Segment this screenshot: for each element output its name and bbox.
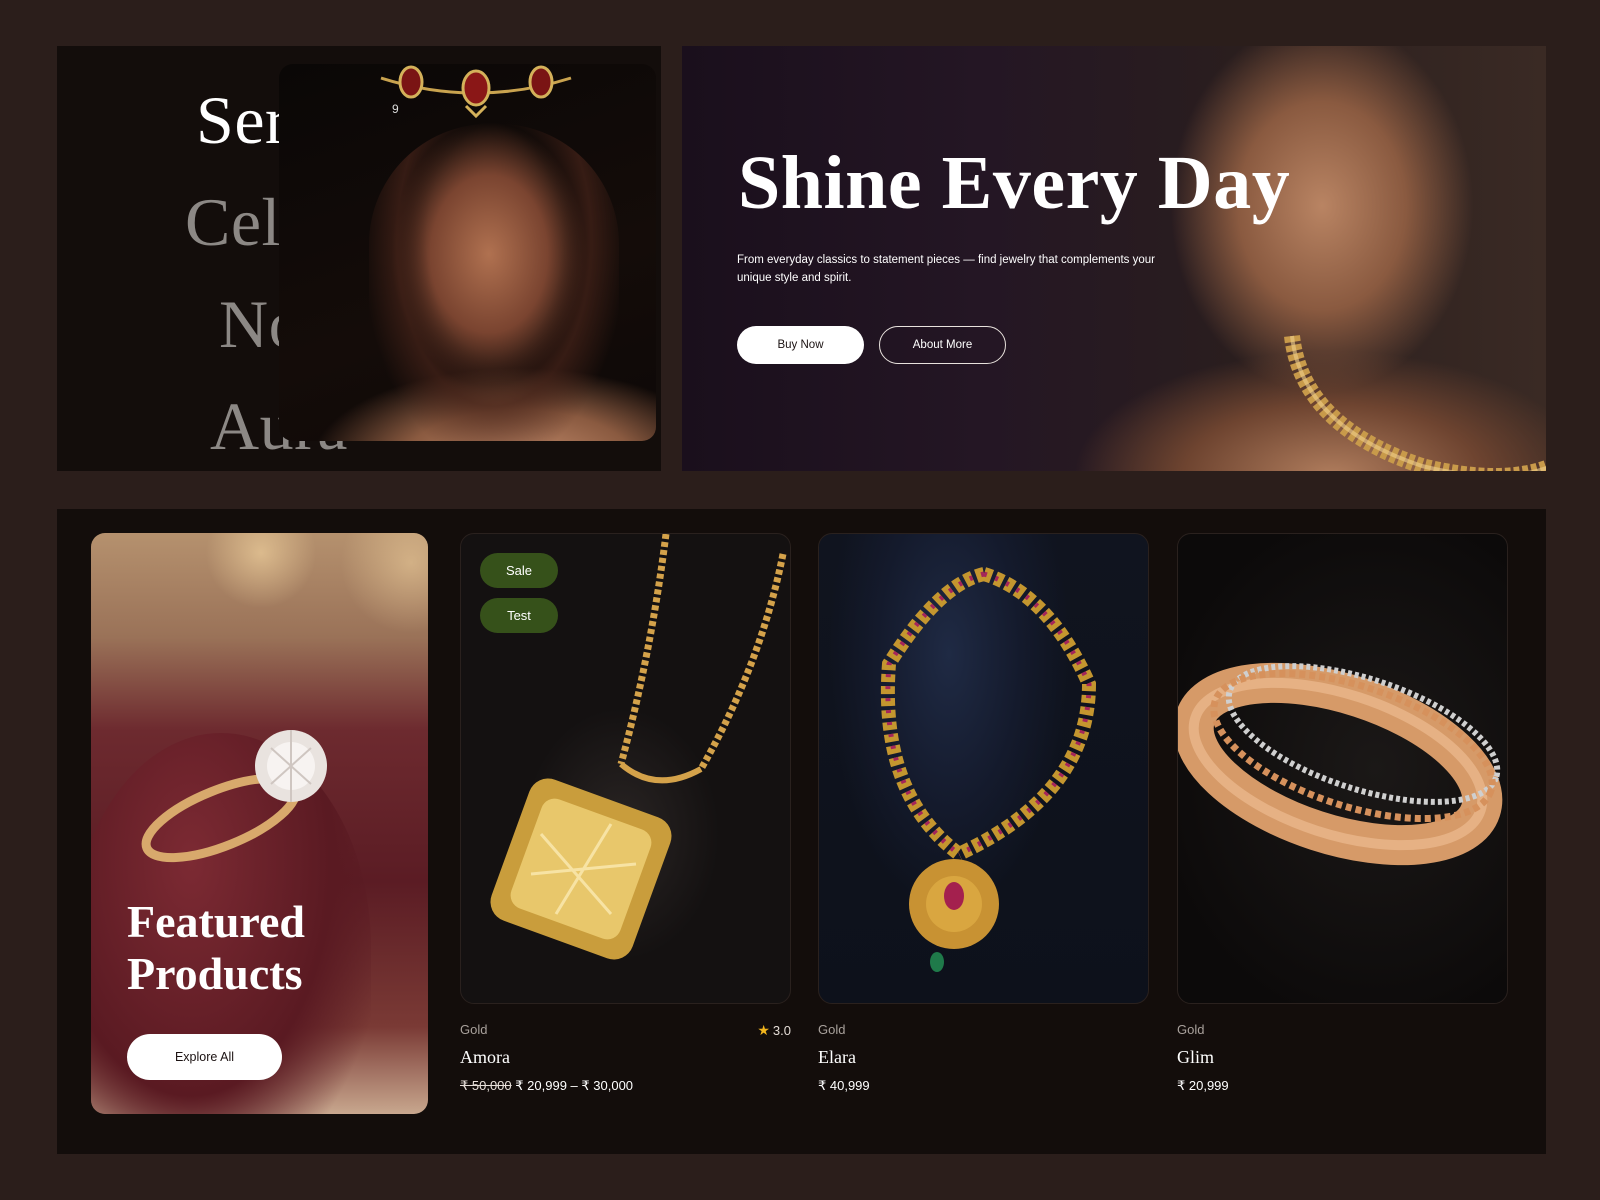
hero-subtitle: From everyday classics to statement piec… <box>737 254 1155 284</box>
hero-banner: Shine Every Day From everyday classics t… <box>682 46 1546 471</box>
about-more-button[interactable]: About More <box>879 326 1006 364</box>
collection-names-panel: Serene Cel No Aura 9 <box>57 46 661 471</box>
ruby-necklace-image <box>880 567 1097 972</box>
original-price: ₹ 50,000 <box>460 1078 512 1093</box>
maang-tikka-jewel <box>380 65 572 118</box>
product-image[interactable] <box>1177 533 1508 1004</box>
diamond-ring-image <box>141 730 327 863</box>
product-name[interactable]: Amora <box>460 1047 791 1068</box>
product-card[interactable]: Gold Elara ₹ 40,999 <box>818 533 1149 1094</box>
product-category: Gold <box>1177 1022 1205 1037</box>
hero-necklace-image <box>1284 334 1546 471</box>
product-category: Gold <box>818 1022 846 1037</box>
product-price: ₹ 50,000 ₹ 20,999 – ₹ 30,000 <box>460 1078 791 1094</box>
product-name[interactable]: Glim <box>1177 1047 1508 1068</box>
explore-all-button[interactable]: Explore All <box>127 1034 282 1080</box>
product-meta: Gold ★ 3.0 Amora ₹ 50,000 ₹ 20,999 – ₹ 3… <box>460 1022 791 1094</box>
product-category: Gold <box>460 1022 488 1037</box>
portrait-shading <box>369 124 619 441</box>
product-price: ₹ 40,999 <box>818 1078 870 1093</box>
sale-badge: Sale <box>480 553 558 588</box>
collection-word[interactable]: Cel <box>185 188 281 256</box>
star-icon: ★ <box>757 1022 770 1038</box>
product-card[interactable]: Sale Test Gold ★ 3.0 Amora ₹ 50,000 ₹ 20… <box>460 533 791 1094</box>
product-image[interactable]: Sale Test <box>460 533 791 1004</box>
product-card[interactable]: Gold Glim ₹ 20,999 <box>1177 533 1508 1094</box>
featured-products-section: Featured Products Explore All Sale Test … <box>57 509 1546 1154</box>
collection-index: 9 <box>392 102 399 116</box>
product-price: ₹ 20,999 <box>1177 1078 1229 1093</box>
product-meta: Gold Elara ₹ 40,999 <box>818 1022 1149 1094</box>
model-portrait-image <box>279 64 656 441</box>
product-rating: ★ 3.0 <box>757 1022 791 1039</box>
product-name[interactable]: Elara <box>818 1047 1149 1068</box>
product-image[interactable] <box>818 533 1149 1004</box>
gold-bangle-image <box>1178 662 1503 866</box>
sale-price: ₹ 20,999 – ₹ 30,000 <box>515 1078 634 1093</box>
test-badge: Test <box>480 598 558 633</box>
product-meta: Gold Glim ₹ 20,999 <box>1177 1022 1508 1094</box>
featured-products-title: Featured Products <box>127 896 306 999</box>
hero-title: Shine Every Day <box>738 141 1291 225</box>
rating-value: 3.0 <box>772 1023 791 1038</box>
featured-products-card: Featured Products Explore All <box>91 533 428 1114</box>
buy-now-button[interactable]: Buy Now <box>737 326 864 364</box>
